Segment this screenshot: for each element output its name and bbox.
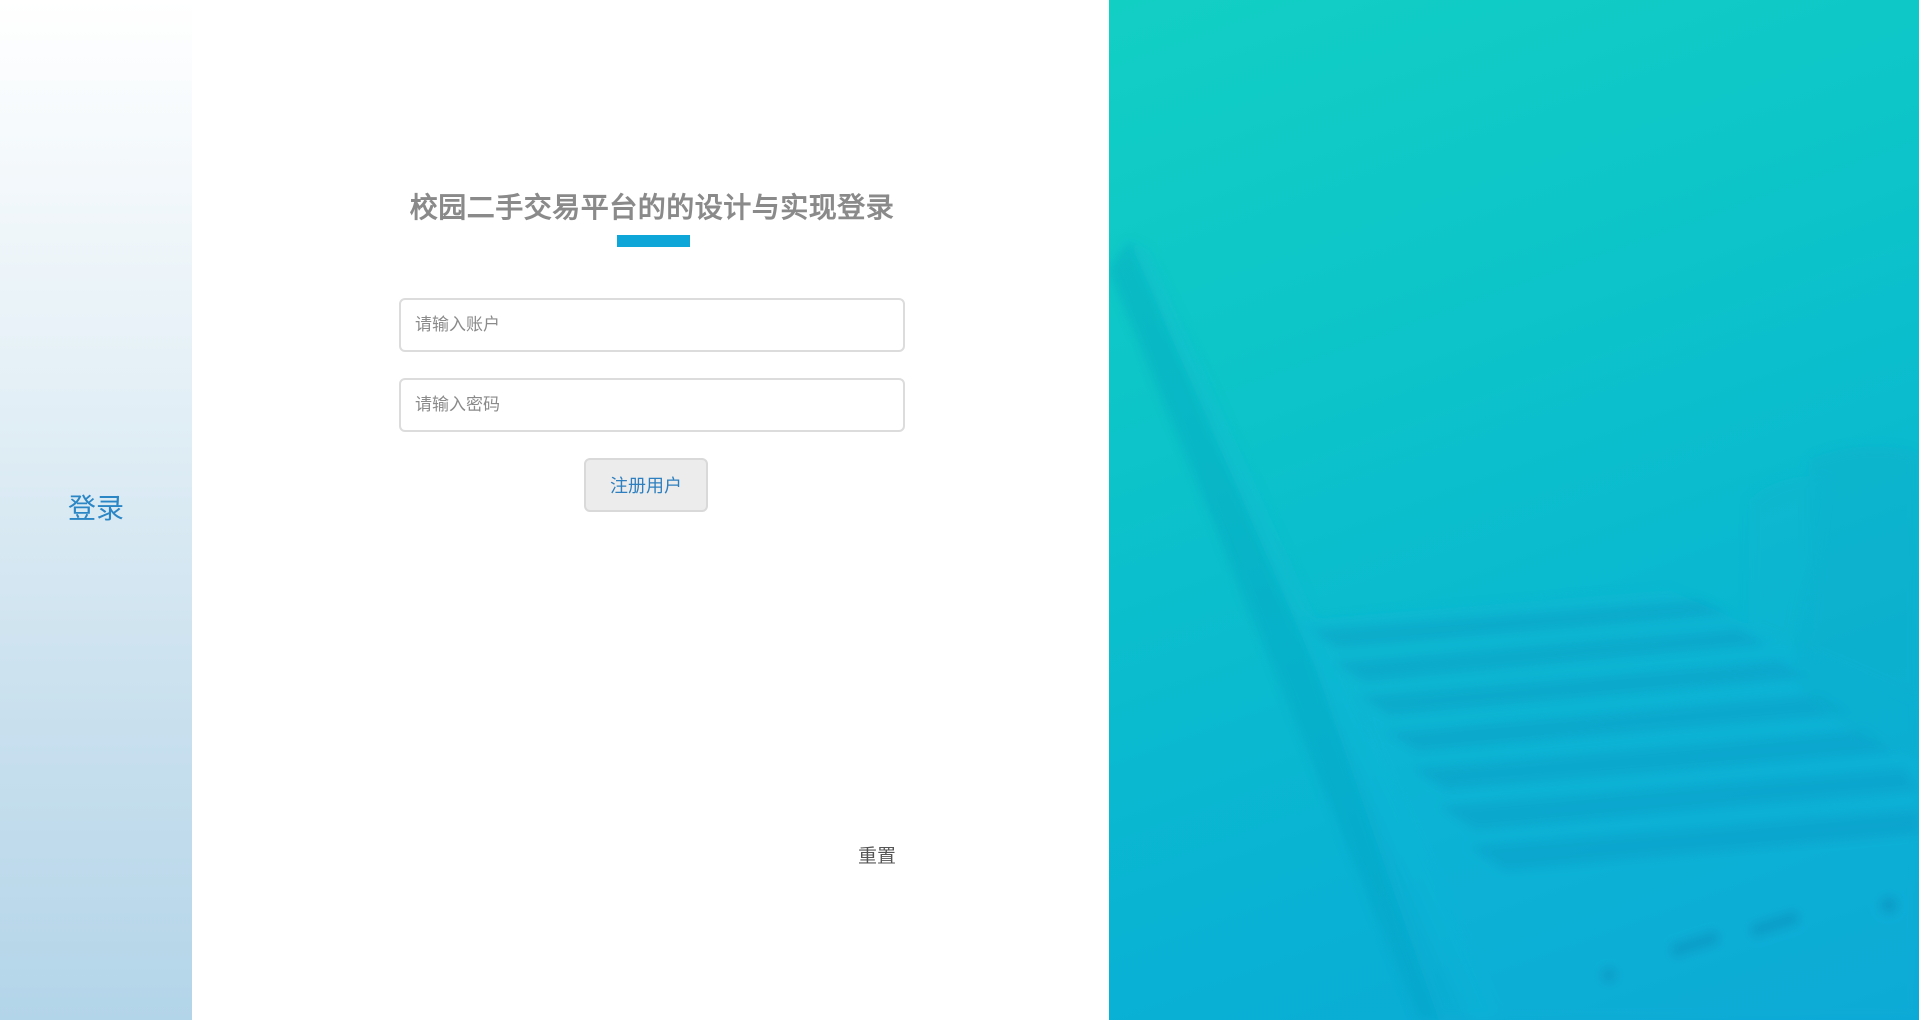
register-user-button[interactable]: 注册用户: [584, 458, 708, 512]
left-sidebar: 登录: [0, 0, 192, 1020]
reset-button[interactable]: 重置: [832, 838, 922, 870]
page-title: 校园二手交易平台的的设计与实现登录: [409, 191, 895, 224]
account-input[interactable]: [399, 298, 905, 352]
hero-image: [1109, 0, 1919, 1020]
login-form-panel: 校园二手交易平台的的设计与实现登录 注册用户 重置: [192, 0, 1109, 1020]
login-button[interactable]: 登录: [0, 482, 192, 532]
laptop-typing-image-icon: [1109, 240, 1919, 1020]
password-input[interactable]: [399, 378, 905, 432]
login-page: 登录 校园二手交易平台的的设计与实现登录 注册用户 重置: [0, 0, 1919, 1020]
title-underline: [617, 235, 690, 247]
